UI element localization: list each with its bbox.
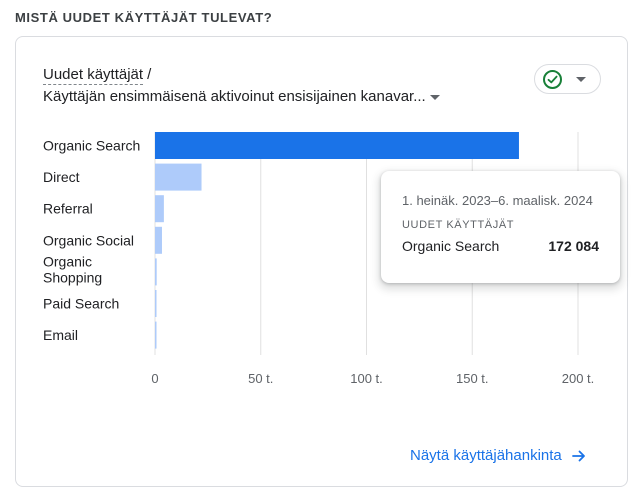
bar-direct[interactable] <box>155 163 202 191</box>
x-tick-label: 100 t. <box>350 371 383 386</box>
arrow-right-icon <box>571 450 585 461</box>
section-title: MISTÄ UUDET KÄYTTÄJÄT TULEVAT? <box>15 10 273 25</box>
tooltip-value: 172 084 <box>548 238 599 254</box>
category-label: Direct <box>43 169 80 185</box>
x-tick-label: 150 t. <box>456 371 489 386</box>
footer-link-label: Näytä käyttäjähankinta <box>410 447 562 464</box>
bar-referral[interactable] <box>155 195 164 223</box>
bar-organic-search[interactable] <box>155 132 519 159</box>
x-tick-label: 50 t. <box>248 371 273 386</box>
tooltip-row: Organic Search 172 084 <box>402 238 599 254</box>
category-label: Paid Search <box>43 296 119 312</box>
category-label: Organic Search <box>43 138 140 154</box>
x-tick-label: 0 <box>151 371 158 386</box>
x-tick-label: 200 t. <box>562 371 595 386</box>
bar-organic-shopping[interactable] <box>155 258 157 286</box>
category-label: Referral <box>43 201 93 217</box>
view-user-acquisition-link[interactable]: Näytä käyttäjähankinta <box>410 447 587 464</box>
category-label: Email <box>43 327 78 343</box>
tooltip-date-range: 1. heinäk. 2023–6. maalisk. 2024 <box>402 193 593 208</box>
new-users-card: Uudet käyttäjät / Käyttäjän ensimmäisenä… <box>15 36 628 487</box>
category-label: Organic Shopping <box>43 253 102 285</box>
chart-tooltip: 1. heinäk. 2023–6. maalisk. 2024 UUDET K… <box>381 171 620 283</box>
bar-organic-social[interactable] <box>155 226 162 254</box>
category-label: Organic Social <box>43 232 134 248</box>
bar-paid-search[interactable] <box>155 290 157 317</box>
bar-email[interactable] <box>155 321 157 349</box>
tooltip-metric-name: UUDET KÄYTTÄJÄT <box>402 219 515 231</box>
tooltip-channel: Organic Search <box>402 238 500 254</box>
